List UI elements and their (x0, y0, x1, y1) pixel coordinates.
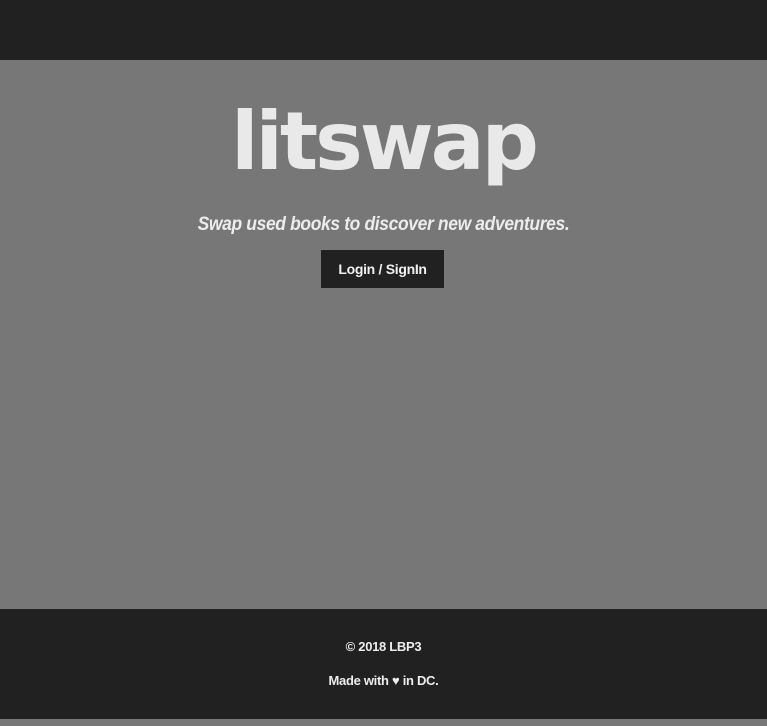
made-with-suffix: in DC. (402, 673, 439, 688)
footer: © 2018 LBP3 Made with ♥ in DC. (0, 609, 767, 719)
login-signin-button[interactable]: Login / SignIn (321, 250, 444, 288)
litswap-logo: litswap (231, 95, 539, 188)
copyright-text: © 2018 LBP3 (345, 639, 422, 654)
bottom-strip (0, 719, 767, 726)
made-with-text: Made with ♥ in DC. (0, 673, 767, 688)
tagline: Swap used books to discover new adventur… (197, 214, 570, 235)
heart-icon: ♥ (391, 673, 400, 688)
made-with-prefix: Made with (328, 673, 389, 688)
top-navbar (0, 0, 767, 60)
